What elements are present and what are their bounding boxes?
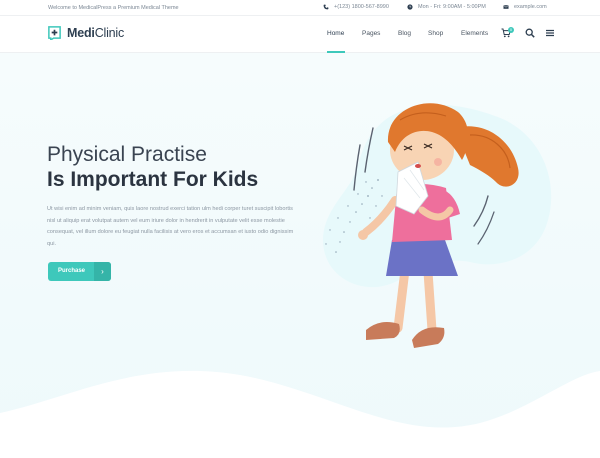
sneezing-girl-illustration xyxy=(322,103,552,348)
